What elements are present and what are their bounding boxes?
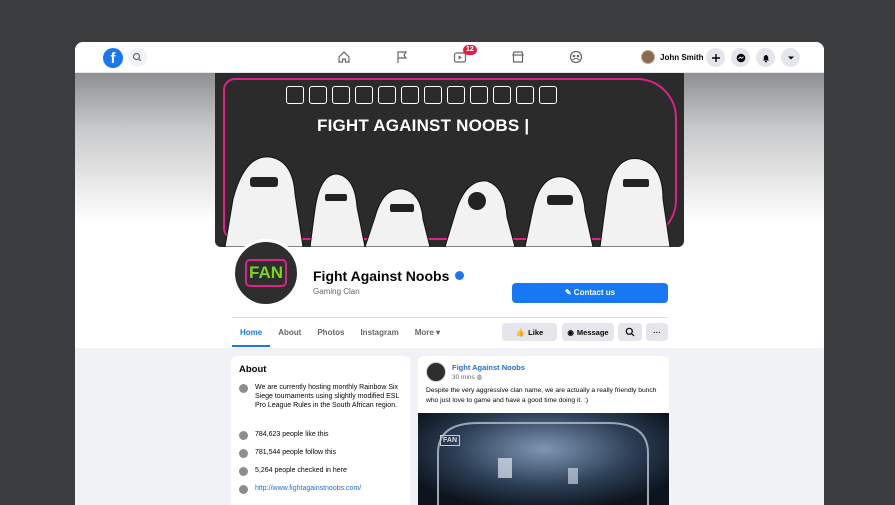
twitch-icon (424, 86, 442, 104)
whatsapp-icon (401, 86, 419, 104)
checkins-count: 5,264 people checked in here (255, 467, 347, 474)
page-category: Gaming Clan (313, 287, 360, 296)
notifications-button[interactable] (756, 48, 775, 67)
pencil-icon: ✎ (564, 288, 574, 297)
post-author-name[interactable]: Fight Against Noobs (452, 363, 525, 372)
main-nav-icons: 12 (315, 42, 605, 73)
top-navigation-bar: f 12 John Smith (75, 42, 824, 73)
message-button[interactable]: ◉ Message (562, 323, 614, 341)
play-icon (286, 86, 304, 104)
create-button[interactable] (706, 48, 725, 67)
store-icon (512, 51, 524, 63)
browser-window: f 12 John Smith FIGHT AGAINST NOOBS | FA… (75, 42, 824, 505)
post-media-watermark: FAN (440, 435, 460, 446)
instagram-icon (332, 86, 350, 104)
website-link[interactable]: http://www.fightagainstnoobs.com/ (255, 484, 407, 494)
about-likes-row: 784,623 people like this (239, 430, 407, 440)
about-checkins-row: 5,264 people checked in here (239, 466, 407, 476)
home-nav-button[interactable] (315, 42, 373, 73)
bell-icon (762, 54, 769, 62)
about-card: About We are currently hosting monthly R… (231, 356, 410, 505)
about-description: We are currently hosting monthly Rainbow… (255, 384, 400, 409)
facebook-icon (378, 86, 396, 104)
caret-down-icon (787, 56, 794, 59)
follow-check-icon (239, 449, 248, 458)
verified-badge-icon (455, 271, 465, 280)
about-title: About (239, 364, 267, 375)
facebook-logo-icon[interactable]: f (103, 48, 123, 68)
phone-icon (470, 86, 488, 104)
location-pin-icon (239, 467, 248, 476)
tab-about[interactable]: About (270, 318, 309, 347)
caret-down-icon: ▾ (436, 328, 441, 337)
page-avatar-logo: FAN (245, 259, 287, 287)
message-label: Message (576, 327, 609, 337)
ellipsis-icon: ··· (653, 327, 661, 337)
soldiers-illustration (224, 156, 671, 247)
marketplace-nav-button[interactable] (489, 42, 547, 73)
patreon-icon (447, 86, 465, 104)
profile-chip[interactable]: John Smith (641, 50, 704, 64)
avatar (641, 50, 655, 64)
about-description-row: We are currently hosting monthly Rainbow… (239, 383, 407, 410)
groups-icon (569, 50, 583, 64)
search-icon (132, 52, 142, 62)
contact-us-label: Contact us (573, 288, 616, 297)
plus-icon (711, 53, 720, 62)
profile-name: John Smith (660, 52, 704, 62)
tab-more[interactable]: More ▾ (407, 318, 448, 347)
messenger-icon: ◉ (567, 327, 574, 337)
thumbs-up-icon (239, 431, 248, 440)
likes-count: 784,623 people like this (255, 431, 329, 438)
flag-icon (397, 51, 408, 63)
social-icons-row (286, 86, 557, 104)
about-website-row: http://www.fightagainstnoobs.com/ (239, 484, 407, 494)
globe-icon: ◍ (476, 374, 483, 381)
search-page-button[interactable] (618, 323, 642, 341)
search-icon (625, 327, 635, 337)
tab-photos[interactable]: Photos (309, 318, 352, 347)
page-name-text: Fight Against Noobs (313, 268, 450, 284)
post-text: Despite the very aggressive clan name, w… (426, 387, 657, 404)
messenger-button[interactable] (731, 48, 750, 67)
post-media-graphic (418, 413, 669, 505)
account-menu-button[interactable] (781, 48, 800, 67)
page-tabs: Home About Photos Instagram More ▾ (232, 318, 448, 347)
page-title: Fight Against Noobs (313, 268, 465, 284)
post-timestamp[interactable]: 30 mins ◍ (452, 373, 482, 381)
home-icon (338, 51, 350, 63)
discord-icon (309, 86, 327, 104)
post-time-text: 30 mins (452, 374, 475, 381)
post-author-avatar[interactable] (426, 362, 446, 382)
follows-count: 781,544 people follow this (255, 449, 336, 456)
info-icon (239, 384, 248, 393)
contact-us-button[interactable]: ✎ Contact us (512, 283, 668, 303)
post-media-image[interactable]: FAN (418, 413, 669, 505)
groups-nav-button[interactable] (547, 42, 605, 73)
tab-instagram[interactable]: Instagram (352, 318, 406, 347)
like-button[interactable]: 👍 Like (502, 323, 557, 341)
messenger-icon (736, 53, 745, 62)
cover-photo[interactable]: FIGHT AGAINST NOOBS | (215, 73, 684, 247)
post-card: Fight Against Noobs 30 mins ◍ Despite th… (418, 356, 669, 505)
tab-home[interactable]: Home (232, 318, 271, 347)
watch-nav-button[interactable]: 12 (431, 42, 489, 73)
twitter-icon (355, 86, 373, 104)
more-options-button[interactable]: ··· (646, 323, 668, 341)
origin-icon (539, 86, 557, 104)
pages-nav-button[interactable] (373, 42, 431, 73)
globe-icon (239, 485, 248, 494)
steam-icon (516, 86, 534, 104)
page-avatar[interactable]: FAN (232, 239, 300, 307)
notification-badge: 12 (463, 45, 477, 55)
thumbs-up-icon: 👍 (515, 327, 526, 337)
cover-title: FIGHT AGAINST NOOBS | (317, 116, 530, 135)
patreon-alt-icon (493, 86, 511, 104)
tab-more-label: More (414, 328, 434, 337)
search-button[interactable] (128, 48, 147, 67)
like-label: Like (528, 327, 544, 337)
about-follows-row: 781,544 people follow this (239, 448, 407, 458)
